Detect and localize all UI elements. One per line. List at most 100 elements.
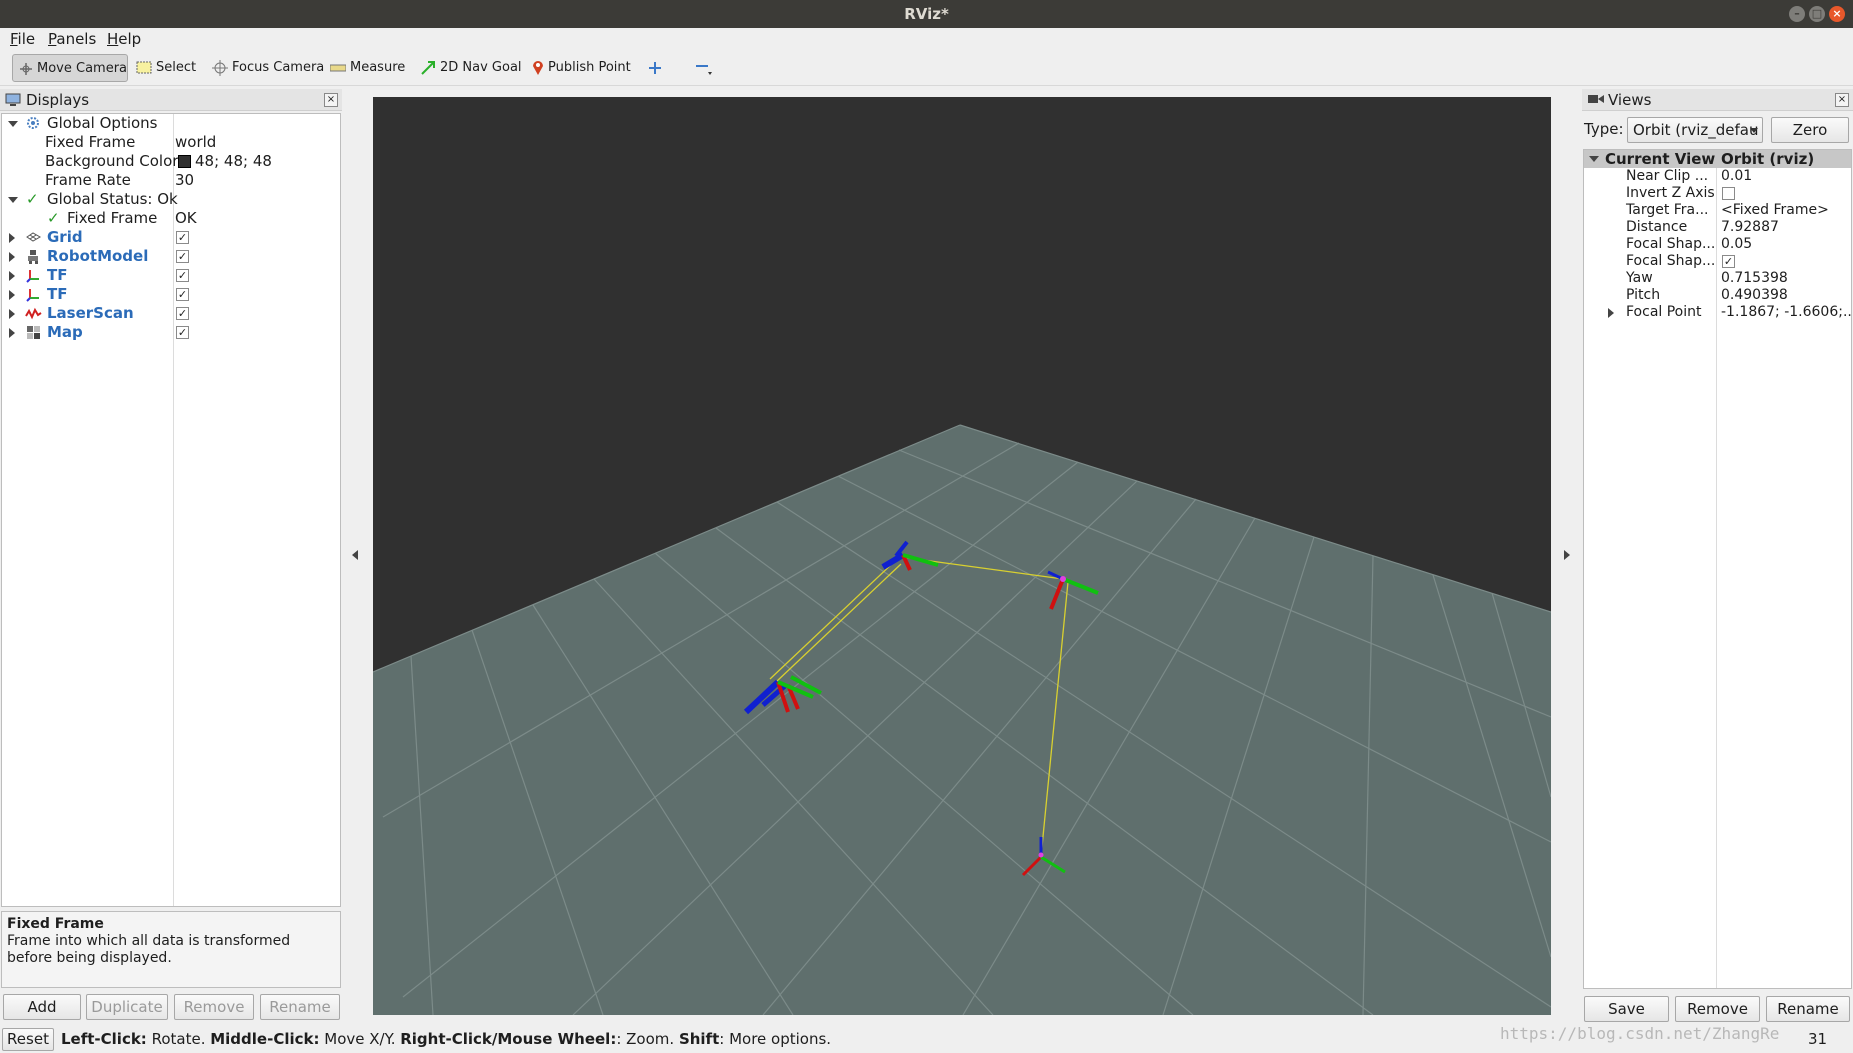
enable-checkbox[interactable]: ✓ xyxy=(176,307,189,320)
collapse-left-panel-handle[interactable] xyxy=(352,550,358,560)
display-item-tf-2[interactable]: TF ✓ xyxy=(2,285,340,304)
close-displays-panel-button[interactable]: × xyxy=(324,93,338,107)
property-description: Fixed Frame Frame into which all data is… xyxy=(1,911,341,988)
move-camera-icon xyxy=(20,62,32,75)
view-prop-focal-shape-fixed[interactable]: Focal Shap... ✓ xyxy=(1584,253,1851,270)
view-prop-focal-point[interactable]: Focal Point -1.1867; -1.6606;... xyxy=(1584,304,1851,321)
view-type-select[interactable]: Orbit (rviz_defau xyxy=(1627,117,1763,143)
remove-tool-button[interactable] xyxy=(688,54,724,82)
monitor-icon xyxy=(5,93,21,106)
maximize-button[interactable]: □ xyxy=(1809,6,1825,22)
views-tree: Current View Orbit (rviz) Near Clip ... … xyxy=(1583,149,1852,989)
tree-row-fixed-frame[interactable]: Fixed Frame world xyxy=(2,133,340,152)
duplicate-display-button[interactable]: Duplicate xyxy=(86,994,168,1020)
rename-view-button[interactable]: Rename xyxy=(1766,996,1850,1022)
nav-goal-tool[interactable]: 2D Nav Goal xyxy=(414,54,530,82)
expand-arrow-icon[interactable] xyxy=(9,233,15,243)
menu-panels[interactable]: Panels xyxy=(48,30,96,48)
expand-arrow-icon[interactable] xyxy=(9,271,15,281)
robot-model-icon xyxy=(28,250,38,264)
expand-arrow-icon[interactable] xyxy=(9,328,15,338)
displays-panel-header: Displays × xyxy=(0,89,342,113)
menu-file[interactable]: File xyxy=(10,30,35,48)
tf-icon xyxy=(26,270,39,283)
view-prop-pitch[interactable]: Pitch 0.490398 xyxy=(1584,287,1851,304)
window-title: RViz* xyxy=(904,5,949,23)
expand-arrow-icon[interactable] xyxy=(9,309,15,319)
expand-arrow-icon[interactable] xyxy=(1608,308,1614,318)
view-prop-invert-z[interactable]: Invert Z Axis xyxy=(1584,185,1851,202)
tree-row-global-status[interactable]: ✓ Global Status: Ok xyxy=(2,190,340,209)
select-tool[interactable]: Select xyxy=(130,54,204,82)
save-view-button[interactable]: Save xyxy=(1584,996,1669,1022)
plus-icon xyxy=(649,61,661,74)
close-views-panel-button[interactable]: × xyxy=(1835,93,1849,107)
move-camera-tool[interactable]: Move Camera xyxy=(12,54,128,82)
tree-row-frame-rate[interactable]: Frame Rate 30 xyxy=(2,171,340,190)
publish-point-tool[interactable]: Publish Point xyxy=(526,54,639,82)
invert-z-checkbox[interactable] xyxy=(1722,187,1735,200)
nav-goal-arrow-icon xyxy=(421,60,435,75)
tree-row-status-fixed-frame[interactable]: ✓ Fixed Frame OK xyxy=(2,209,340,228)
render-scene xyxy=(373,424,1551,1015)
description-body: Frame into which all data is transformed… xyxy=(7,933,291,966)
minimize-button[interactable]: – xyxy=(1789,6,1805,22)
display-item-laserscan[interactable]: LaserScan ✓ xyxy=(2,304,340,323)
zero-view-button[interactable]: Zero xyxy=(1771,117,1849,143)
fixed-frame-value[interactable]: world xyxy=(175,133,216,152)
display-item-grid[interactable]: Grid ✓ xyxy=(2,228,340,247)
reset-button[interactable]: Reset xyxy=(2,1028,54,1051)
view-prop-target-frame[interactable]: Target Fra... <Fixed Frame> xyxy=(1584,202,1851,219)
menu-help[interactable]: Help xyxy=(107,30,141,48)
views-panel-header: Views × xyxy=(1582,89,1853,113)
expand-arrow-icon[interactable] xyxy=(1589,156,1599,162)
focus-camera-icon xyxy=(212,59,228,76)
color-swatch[interactable] xyxy=(178,155,191,168)
remove-display-button[interactable]: Remove xyxy=(174,994,254,1020)
view-prop-yaw[interactable]: Yaw 0.715398 xyxy=(1584,270,1851,287)
grid-floor xyxy=(373,425,1551,1015)
frame-rate-value[interactable]: 30 xyxy=(175,171,194,190)
watermark-text: https://blog.csdn.net/ZhangRe xyxy=(1500,1024,1780,1043)
close-window-button[interactable]: × xyxy=(1829,6,1845,22)
expand-arrow-icon[interactable] xyxy=(8,121,18,127)
tree-row-background-color[interactable]: Background Color 48; 48; 48 xyxy=(2,152,340,171)
map-icon xyxy=(27,326,40,339)
checkmark-icon: ✓ xyxy=(47,209,60,227)
add-tool-button[interactable] xyxy=(642,54,674,82)
current-view-row[interactable]: Current View Orbit (rviz) xyxy=(1584,150,1851,168)
tree-row-global-options[interactable]: Global Options xyxy=(2,114,340,133)
window-title-bar: RViz* – □ × xyxy=(0,0,1853,28)
3d-viewport[interactable] xyxy=(373,97,1551,1015)
view-prop-focal-shape-size[interactable]: Focal Shap... 0.05 xyxy=(1584,236,1851,253)
enable-checkbox[interactable]: ✓ xyxy=(176,269,189,282)
view-type-label: Type: xyxy=(1584,120,1624,138)
collapse-right-panel-handle[interactable] xyxy=(1564,550,1570,560)
checkmark-icon: ✓ xyxy=(26,190,39,208)
enable-checkbox[interactable]: ✓ xyxy=(176,326,189,339)
displays-title: Displays xyxy=(26,91,90,109)
rename-display-button[interactable]: Rename xyxy=(260,994,340,1020)
fps-counter: 31 fps xyxy=(1808,1030,1828,1048)
background-color-value[interactable]: 48; 48; 48 xyxy=(195,152,272,171)
display-item-map[interactable]: Map ✓ xyxy=(2,323,340,342)
view-prop-near-clip[interactable]: Near Clip ... 0.01 xyxy=(1584,168,1851,185)
displays-tree: Global Options Fixed Frame world Backgro… xyxy=(1,113,341,907)
expand-arrow-icon[interactable] xyxy=(8,197,18,203)
enable-checkbox[interactable]: ✓ xyxy=(176,288,189,301)
focus-camera-tool[interactable]: Focus Camera xyxy=(206,54,332,82)
grid-icon xyxy=(26,232,41,242)
expand-arrow-icon[interactable] xyxy=(9,252,15,262)
add-display-button[interactable]: Add xyxy=(3,994,81,1020)
expand-arrow-icon[interactable] xyxy=(9,290,15,300)
tf-icon xyxy=(26,289,39,302)
remove-view-button[interactable]: Remove xyxy=(1675,996,1760,1022)
view-prop-distance[interactable]: Distance 7.92887 xyxy=(1584,219,1851,236)
display-item-robotmodel[interactable]: RobotModel ✓ xyxy=(2,247,340,266)
enable-checkbox[interactable]: ✓ xyxy=(176,250,189,263)
enable-checkbox[interactable]: ✓ xyxy=(176,231,189,244)
minus-icon xyxy=(696,64,712,75)
focal-shape-checkbox[interactable]: ✓ xyxy=(1722,255,1735,268)
measure-tool[interactable]: Measure xyxy=(324,54,413,82)
display-item-tf[interactable]: TF ✓ xyxy=(2,266,340,285)
